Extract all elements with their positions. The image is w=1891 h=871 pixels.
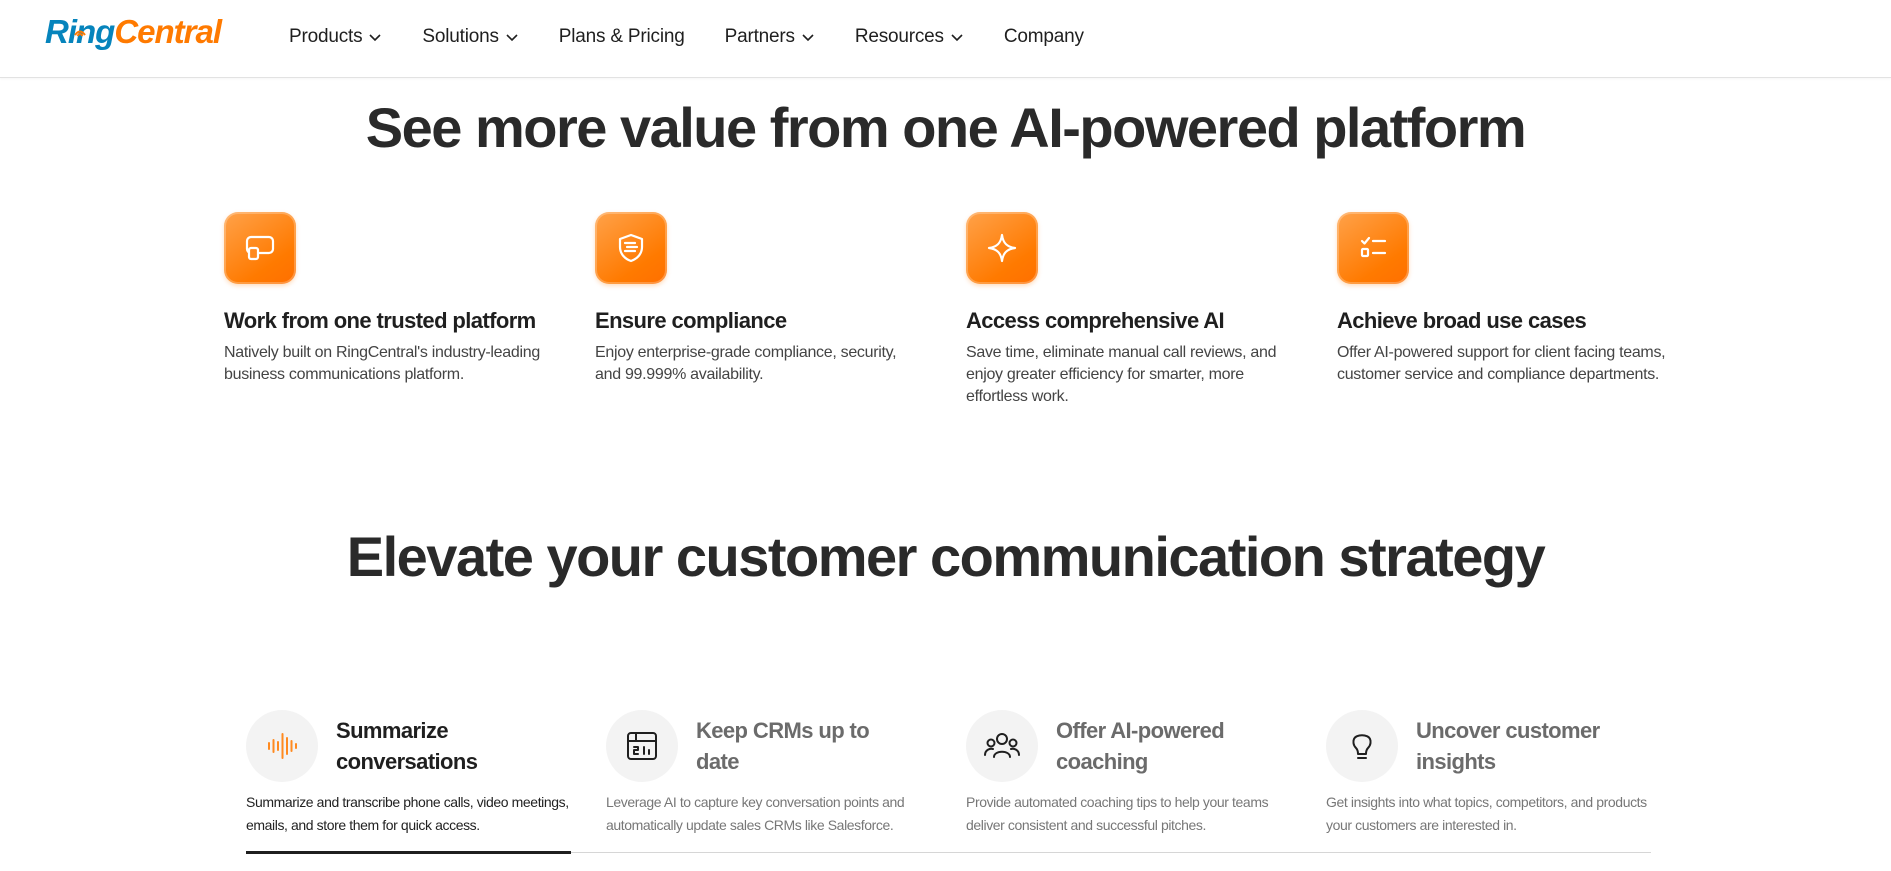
value-section-title: See more value from one AI-powered platf… bbox=[365, 96, 1527, 159]
nav-resources-label: Resources bbox=[854, 26, 944, 47]
nav-partners-label: Partners bbox=[724, 26, 795, 47]
platform-icon bbox=[224, 212, 296, 284]
tab-description: Summarize and transcribe phone calls, vi… bbox=[246, 794, 569, 833]
feature-description: Offer AI-powered support for client faci… bbox=[1337, 344, 1666, 383]
chevron-down-icon bbox=[950, 30, 964, 44]
feature-card: Achieve broad use cases Offer AI-powered… bbox=[1337, 212, 1667, 386]
feature-description: Save time, eliminate manual call reviews… bbox=[966, 344, 1277, 405]
nav-solutions[interactable]: Solutions bbox=[422, 22, 518, 52]
lightbulb-icon bbox=[1326, 710, 1398, 782]
team-icon bbox=[966, 710, 1038, 782]
crm-dashboard-icon bbox=[606, 710, 678, 782]
tab-description: Leverage AI to capture key conversation … bbox=[606, 794, 905, 833]
audio-wave-icon bbox=[246, 710, 318, 782]
logo-signal-icon bbox=[73, 8, 87, 44]
feature-card: Ensure compliance Enjoy enterprise-grade… bbox=[595, 212, 925, 386]
chevron-down-icon bbox=[505, 30, 519, 44]
chevron-down-icon bbox=[368, 30, 382, 44]
feature-card: Access comprehensive AI Save time, elimi… bbox=[966, 212, 1296, 408]
nav-products[interactable]: Products bbox=[289, 22, 382, 52]
nav-solutions-label: Solutions bbox=[422, 26, 499, 47]
active-tab-indicator bbox=[246, 851, 571, 854]
feature-title: Access comprehensive AI bbox=[966, 308, 1225, 333]
feature-title: Ensure compliance bbox=[595, 308, 787, 333]
nav-plans-pricing-label: Plans & Pricing bbox=[558, 26, 685, 47]
feature-title: Achieve broad use cases bbox=[1337, 308, 1587, 333]
sparkle-icon bbox=[966, 212, 1038, 284]
tab-title: Keep CRMs up to date bbox=[696, 718, 870, 774]
main-nav: Products Solutions Plans & Pricing Partn… bbox=[289, 22, 1124, 52]
strategy-section-title: Elevate your customer communication stra… bbox=[346, 525, 1546, 588]
nav-company-label: Company bbox=[1003, 26, 1084, 47]
nav-plans-pricing[interactable]: Plans & Pricing bbox=[559, 22, 685, 52]
feature-description: Natively built on RingCentral's industry… bbox=[224, 344, 540, 383]
chevron-down-icon bbox=[801, 30, 815, 44]
tab-title: Uncover customer insights bbox=[1416, 718, 1600, 774]
logo-central-text: Central bbox=[114, 13, 222, 50]
site-header: Ring Central Products Solutions Plans & P… bbox=[0, 0, 1891, 78]
feature-title: Work from one trusted platform bbox=[224, 308, 536, 333]
shield-icon bbox=[595, 212, 667, 284]
feature-description: Enjoy enterprise-grade compliance, secur… bbox=[595, 344, 897, 383]
tab-description: Get insights into what topics, competito… bbox=[1326, 794, 1647, 833]
nav-company[interactable]: Company bbox=[1004, 22, 1084, 52]
tab-title: Summarize conversations bbox=[336, 718, 478, 774]
nav-partners[interactable]: Partners bbox=[725, 22, 815, 52]
nav-products-label: Products bbox=[289, 26, 363, 47]
tab-title: Offer AI-powered coaching bbox=[1056, 718, 1225, 774]
tab-description: Provide automated coaching tips to help … bbox=[966, 794, 1269, 833]
feature-card: Work from one trusted platform Natively … bbox=[224, 212, 554, 386]
checklist-icon bbox=[1337, 212, 1409, 284]
nav-resources[interactable]: Resources bbox=[855, 22, 964, 52]
ringcentral-logo[interactable]: Ring Central bbox=[45, 13, 222, 50]
